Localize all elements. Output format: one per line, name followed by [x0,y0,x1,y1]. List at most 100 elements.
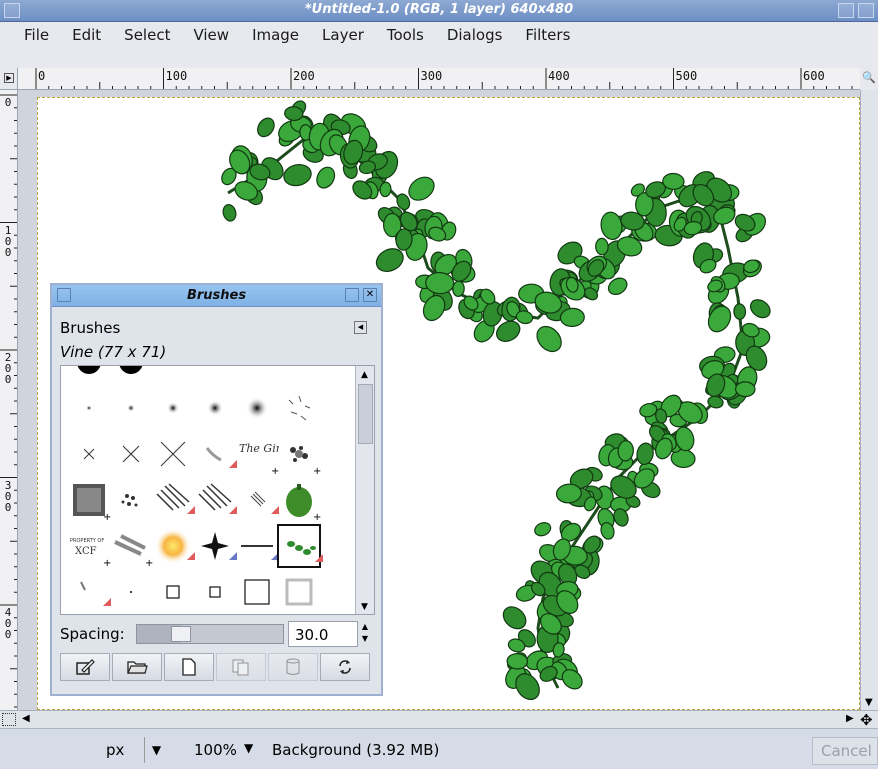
menu-select[interactable]: Select [110,22,179,48]
unit-selector[interactable]: px ▼ [98,737,172,763]
scroll-left-icon[interactable]: ◀ [22,713,30,724]
menu-view[interactable]: View [179,22,238,48]
edit-brush-button[interactable] [60,653,110,681]
brush-cell-dot[interactable] [193,366,237,384]
spacing-slider[interactable] [136,624,284,644]
spacing-slider-handle[interactable] [171,626,191,642]
brush-cell-square[interactable] [151,570,195,614]
image-window: *Untitled-1.0 (RGB, 1 layer) 640x480 Fil… [0,0,878,769]
scroll-right-icon[interactable]: ▶ [846,713,854,724]
brush-cell-tiny-line[interactable] [67,570,111,614]
brush-cell-hatch[interactable] [193,478,237,522]
brush-grid[interactable]: The Gimp++++PROPERTY OFXCF++ ▲ ▼ [60,365,375,615]
navigate-icon[interactable]: ✥ [860,711,873,729]
chevron-down-icon[interactable]: ▼ [144,737,168,763]
dialog-maximize-icon[interactable] [345,288,359,302]
close-icon[interactable] [858,3,874,18]
scroll-down-icon[interactable]: ▼ [361,602,368,612]
scroll-up-icon[interactable]: ▲ [361,370,368,380]
brush-cell-xcf[interactable]: PROPERTY OF XCF + [67,524,111,568]
brush-preview-icon [156,483,195,514]
scroll-down-icon[interactable]: ▼ [865,697,873,708]
brush-cell-square[interactable] [193,570,237,614]
horizontal-ruler[interactable]: 0 100 200 300 400 500 600 [18,68,860,90]
brush-cell-smudge[interactable]: + [109,524,153,568]
brush-cell-dot[interactable] [109,570,153,614]
brush-cell-scatter[interactable] [277,386,321,430]
new-brush-button[interactable] [164,653,214,681]
brushes-dialog: Brushes ✕ Brushes ◀ Vine (77 x 71) The G… [50,283,383,696]
brush-grid-scrollbar[interactable]: ▲ ▼ [355,366,374,614]
brush-cell-sun[interactable] [151,524,195,568]
brush-cell-fuzzy[interactable] [235,386,279,430]
brush-cell-square-fuzzy[interactable] [277,570,321,614]
delete-brush-button[interactable] [268,653,318,681]
brush-cell-square[interactable] [235,570,279,614]
menu-edit[interactable]: Edit [58,22,110,48]
zoom-selector[interactable]: 100% ▼ [178,737,272,763]
brush-preview-icon [205,447,237,468]
zoom-icon[interactable]: 🔍 [860,68,878,90]
quick-mask-icon[interactable] [2,713,16,726]
brush-cell-cross-med[interactable] [109,432,153,476]
brush-cell-pencil[interactable] [193,432,237,476]
ruler-label: 300 [420,69,443,83]
brush-cell-cross-small[interactable] [67,432,111,476]
brush-cell-hatch-small[interactable] [235,478,279,522]
dialog-title-bar[interactable]: Brushes ✕ [52,285,381,307]
vine-leaf [257,117,275,138]
brush-cell-vine[interactable] [277,524,323,568]
brush-preview-icon [287,541,323,562]
brush-cell-fuzzy[interactable] [67,386,111,430]
brush-cell-splatter[interactable]: + [277,432,321,476]
maximize-icon[interactable] [838,3,854,18]
title-bar[interactable]: *Untitled-1.0 (RGB, 1 layer) 640x480 [0,0,878,22]
open-brush-button[interactable] [112,653,162,681]
menu-image[interactable]: Image [238,22,308,48]
brush-cell-circle-solid[interactable] [67,366,111,384]
brush-preview-icon [127,404,135,412]
brush-cell-dot[interactable] [277,366,321,384]
menu-bar: File Edit Select View Image Layer Tools Dialogs… [0,22,878,68]
cancel-button[interactable]: Cancel [812,737,878,765]
dialog-close-icon[interactable]: ✕ [363,288,377,302]
menu-tools[interactable]: Tools [373,22,433,48]
brush-cell-fuzzy[interactable] [109,386,153,430]
brush-cell-dot[interactable] [151,366,195,384]
spacing-spinner[interactable]: ▲ ▼ [358,621,372,647]
vine-leaf [735,381,756,398]
brush-cell-line[interactable] [235,524,279,568]
menu-dialogs[interactable]: Dialogs [433,22,512,48]
vertical-ruler[interactable]: 0 100 200 300 400 [0,90,18,710]
menu-file[interactable]: File [0,22,58,48]
brush-cell-star[interactable] [193,524,237,568]
quick-mask-toggle[interactable]: ▶ [0,68,18,90]
brush-cell-spray[interactable] [109,478,153,522]
ruler-label: 600 [803,69,825,83]
brush-cell-noise[interactable]: + [67,478,111,522]
vine-leaf [502,606,527,630]
menu-filters[interactable]: Filters [511,22,579,48]
brush-cell-fuzzy[interactable] [193,386,237,430]
duplicate-brush-button[interactable] [216,653,266,681]
canvas-horizontal-scrollbar[interactable]: ◀ ▶ ✥ [0,710,878,729]
brush-cell-gimp-logo[interactable]: The Gimp+ [235,432,279,476]
ruler-label: 0 [38,69,46,83]
brush-preview-icon [83,448,95,460]
brush-cell-fuzzy[interactable] [151,386,195,430]
tab-menu-icon[interactable]: ◀ [354,321,367,334]
brush-cell-circle-solid[interactable] [109,366,153,384]
spacing-input[interactable]: 30.0 [288,621,358,647]
duplicate-icon [232,659,249,676]
brush-cell-cross-big[interactable] [151,432,195,476]
brush-cell-dot[interactable] [235,366,279,384]
scrollbar-thumb[interactable] [358,384,373,444]
brush-cell-hatch[interactable] [151,478,195,522]
brush-cell-pepper[interactable]: + [277,478,321,522]
menu-layer[interactable]: Layer [308,22,373,48]
refresh-brushes-button[interactable] [320,653,370,681]
xcf-text-line2: XCF [75,546,97,557]
brush-preview-icon [77,366,101,374]
chevron-down-icon[interactable]: ▼ [244,741,253,755]
canvas-vertical-scrollbar[interactable]: ▼ [860,90,878,710]
